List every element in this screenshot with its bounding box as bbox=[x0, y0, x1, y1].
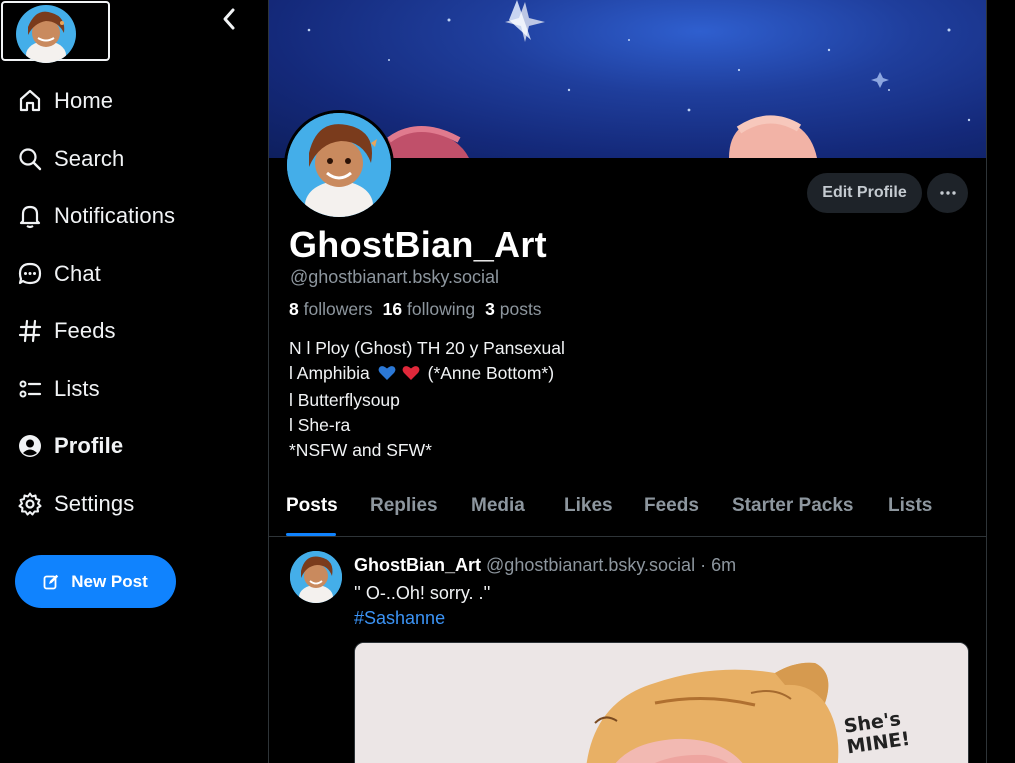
post-hashtag[interactable]: #Sashanne bbox=[354, 608, 445, 629]
nav-chat[interactable]: Chat bbox=[16, 254, 246, 294]
bio-line: N l Ploy (Ghost) TH 20 y Pansexual bbox=[289, 338, 565, 358]
followers-count: 8 bbox=[289, 299, 299, 319]
avatar[interactable] bbox=[16, 5, 76, 63]
tab-posts[interactable]: Posts bbox=[286, 495, 338, 517]
search-icon bbox=[16, 145, 44, 173]
post-separator: · bbox=[700, 555, 707, 575]
followers-stat[interactable]: 8 followers bbox=[289, 299, 373, 320]
account-switcher[interactable] bbox=[1, 1, 110, 63]
nav-profile[interactable]: Profile bbox=[16, 426, 246, 466]
posts-count: 3 bbox=[485, 299, 495, 319]
post-text: '' O-..Oh! sorry. .'' bbox=[354, 583, 491, 603]
app-root: Home Search Notifications Chat Feeds Lis… bbox=[0, 0, 1015, 763]
ellipsis-icon bbox=[939, 191, 956, 195]
post-timestamp[interactable]: 6m bbox=[711, 555, 736, 575]
bio-line: l Amphibia (*Anne Bottom*) bbox=[289, 361, 565, 388]
bell-icon bbox=[16, 202, 44, 230]
user-icon bbox=[16, 432, 44, 460]
post-header: GhostBian_Art @ghostbianart.bsky.social … bbox=[354, 555, 736, 576]
nav-search-label: Search bbox=[54, 146, 125, 171]
bio-line: l She-ra bbox=[289, 415, 351, 435]
edit-profile-button[interactable]: Edit Profile bbox=[807, 173, 922, 213]
tab-likes[interactable]: Likes bbox=[564, 495, 613, 517]
nav-notifications-label: Notifications bbox=[54, 203, 176, 228]
new-post-label: New Post bbox=[71, 571, 148, 591]
red-heart-icon bbox=[402, 363, 420, 388]
blue-heart-icon bbox=[378, 363, 396, 388]
nav-chat-label: Chat bbox=[54, 261, 101, 286]
display-name: GhostBian_Art bbox=[289, 224, 547, 265]
posts-stat: 3 posts bbox=[485, 299, 541, 320]
nav-feeds-label: Feeds bbox=[54, 318, 116, 343]
profile-handle: @ghostbianart.bsky.social bbox=[290, 267, 500, 287]
nav-settings-label: Settings bbox=[54, 491, 135, 516]
tab-feeds[interactable]: Feeds bbox=[644, 495, 699, 517]
post-avatar[interactable] bbox=[290, 551, 342, 603]
post-author[interactable]: GhostBian_Art bbox=[354, 555, 481, 575]
hash-icon bbox=[16, 317, 44, 345]
profile-bio: N l Ploy (Ghost) TH 20 y Pansexual l Amp… bbox=[289, 336, 565, 463]
chat-icon bbox=[16, 260, 44, 288]
post-image[interactable]: She's MINE! bbox=[354, 642, 969, 763]
nav-settings[interactable]: Settings bbox=[16, 484, 246, 524]
bio-line-text: (*Anne Bottom*) bbox=[427, 363, 555, 383]
tab-replies[interactable]: Replies bbox=[370, 495, 438, 517]
nav-feeds[interactable]: Feeds bbox=[16, 311, 246, 351]
profile-column: Edit Profile GhostBian_Art @ghostbianart… bbox=[268, 0, 987, 763]
active-tab-indicator bbox=[286, 533, 336, 536]
nav-lists[interactable]: Lists bbox=[16, 369, 246, 409]
bio-line: *NSFW and SFW* bbox=[289, 440, 432, 460]
followers-label: followers bbox=[303, 299, 373, 319]
following-stat[interactable]: 16 following bbox=[383, 299, 475, 320]
nav-home-label: Home bbox=[54, 88, 114, 113]
home-icon bbox=[16, 87, 44, 115]
tab-starter-packs[interactable]: Starter Packs bbox=[732, 495, 853, 517]
bio-line-text: l Amphibia bbox=[289, 363, 370, 383]
nav-search[interactable]: Search bbox=[16, 139, 246, 179]
sidebar: Home Search Notifications Chat Feeds Lis… bbox=[0, 0, 268, 763]
tab-lists[interactable]: Lists bbox=[888, 495, 932, 517]
gear-icon bbox=[16, 490, 44, 518]
edit-icon bbox=[43, 574, 59, 589]
nav-lists-label: Lists bbox=[54, 376, 100, 401]
chevron-left-icon bbox=[223, 8, 235, 30]
profile-avatar[interactable] bbox=[284, 110, 394, 220]
nav-notifications[interactable]: Notifications bbox=[16, 196, 246, 236]
tab-media[interactable]: Media bbox=[471, 495, 525, 517]
profile-tabs: Posts Replies Media Likes Feeds Starter … bbox=[269, 487, 986, 537]
list-icon bbox=[16, 375, 44, 403]
following-count: 16 bbox=[382, 299, 403, 319]
bio-line: l Butterflysoup bbox=[289, 390, 400, 410]
profile-stats: 8 followers 16 following 3 posts bbox=[289, 299, 542, 320]
following-label: following bbox=[407, 299, 476, 319]
collapse-sidebar-button[interactable] bbox=[214, 4, 244, 34]
post-item[interactable]: GhostBian_Art @ghostbianart.bsky.social … bbox=[269, 538, 986, 763]
new-post-button[interactable]: New Post bbox=[15, 555, 176, 608]
nav-profile-label: Profile bbox=[54, 433, 124, 458]
nav-home[interactable]: Home bbox=[16, 81, 246, 121]
more-options-button[interactable] bbox=[927, 173, 968, 213]
post-handle[interactable]: @ghostbianart.bsky.social bbox=[486, 555, 695, 575]
posts-label: posts bbox=[499, 299, 542, 319]
